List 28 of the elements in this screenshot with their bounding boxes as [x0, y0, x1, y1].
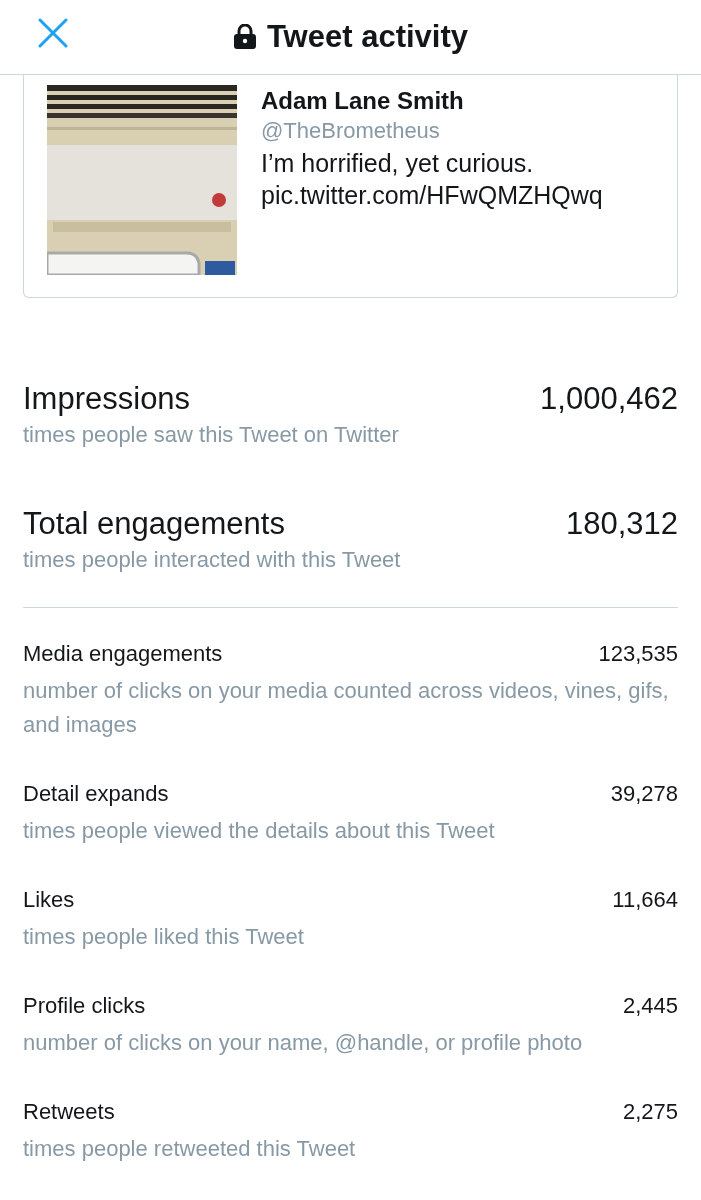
author-name: Adam Lane Smith	[261, 86, 465, 116]
metric-value: 180,312	[565, 506, 678, 542]
metric-label: Retweets	[23, 1098, 115, 1126]
lock-icon	[233, 24, 257, 50]
header-title: Tweet activity	[267, 17, 468, 56]
metric-value: 39,278	[610, 780, 678, 808]
metric-description: times people liked this Tweet	[23, 923, 305, 951]
metric-value: 11,664	[612, 886, 678, 914]
tweet-link[interactable]: pic.twitter.com/HFwQMZHQwq	[261, 179, 603, 211]
metric-value: 1,000,462	[540, 381, 678, 417]
metric-label: Detail expands	[23, 780, 169, 808]
close-icon[interactable]	[38, 18, 68, 48]
metric-label: Profile clicks	[23, 992, 146, 1020]
metric-label: Impressions	[23, 381, 191, 417]
metric-value: 2,445	[622, 992, 678, 1020]
tweet-text: I’m horrified, yet curious.	[261, 148, 535, 179]
metric-description: times people saw this Tweet on Twitter	[23, 421, 400, 449]
metric-description: times people viewed the details about this Tweet	[23, 817, 496, 845]
metric-description: times people retweeted this Tweet	[23, 1135, 357, 1163]
metric-label: Likes	[23, 886, 75, 914]
metric-value: 2,275	[622, 1098, 678, 1126]
metric-label: Total engagements	[23, 506, 285, 542]
author-handle: @TheBrometheus	[261, 117, 441, 145]
metric-description: number of clicks on your media counted across videos, vines, gifs, and images	[23, 677, 670, 739]
metric-description: times people interacted with this Tweet	[23, 546, 402, 574]
metric-label: Media engagements	[23, 640, 223, 668]
metric-description: number of clicks on your name, @handle, or profile photo	[23, 1029, 584, 1057]
metric-value: 123,535	[598, 640, 678, 668]
